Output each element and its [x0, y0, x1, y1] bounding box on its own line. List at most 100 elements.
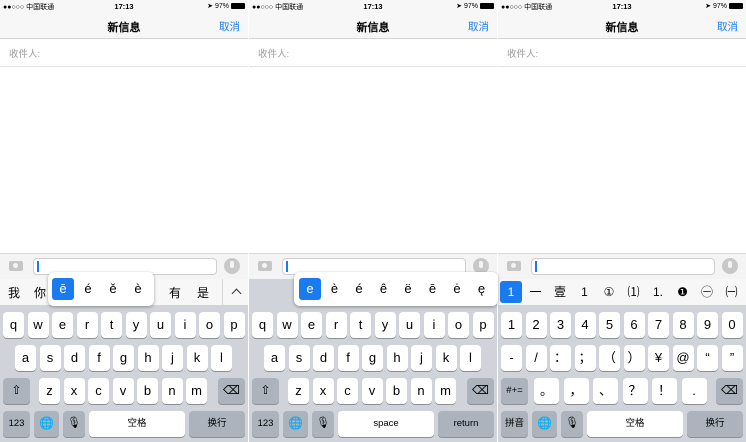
number-variant-option[interactable]: ㈠: [721, 281, 743, 303]
letter-key[interactable]: w: [276, 312, 298, 338]
accent-option[interactable]: ē: [422, 278, 444, 300]
candidate-word[interactable]: 我: [8, 284, 20, 301]
cancel-button[interactable]: 取消: [717, 19, 738, 34]
number-key[interactable]: 0: [721, 312, 743, 338]
numbers-mode-key[interactable]: 123: [252, 411, 279, 437]
accent-option[interactable]: è: [324, 278, 346, 300]
number-key[interactable]: 3: [550, 312, 571, 338]
return-key[interactable]: return: [438, 411, 494, 437]
letter-key[interactable]: h: [386, 345, 408, 371]
recipient-field[interactable]: 收件人:: [249, 39, 497, 67]
letter-key[interactable]: b: [137, 378, 158, 404]
letter-key[interactable]: u: [399, 312, 420, 338]
punctuation-key[interactable]: ！: [652, 378, 677, 404]
letter-key[interactable]: u: [150, 312, 171, 338]
backspace-key[interactable]: ⌫: [716, 378, 743, 404]
number-variant-option[interactable]: 1.: [647, 281, 669, 303]
letter-key[interactable]: s: [39, 345, 61, 371]
expand-candidates-button[interactable]: [222, 279, 249, 305]
letter-key[interactable]: r: [325, 312, 347, 338]
letter-key[interactable]: e: [301, 312, 322, 338]
letter-key[interactable]: q: [252, 312, 273, 338]
letter-key[interactable]: n: [161, 378, 183, 404]
letter-key[interactable]: q: [3, 312, 24, 338]
accent-option[interactable]: è: [127, 278, 149, 300]
symbol-key[interactable]: ”: [721, 345, 743, 371]
symbol-key[interactable]: -: [501, 345, 522, 371]
symbol-key[interactable]: ；: [574, 345, 596, 371]
return-key[interactable]: 换行: [687, 411, 743, 437]
accent-option[interactable]: ë: [397, 278, 419, 300]
letter-key[interactable]: g: [113, 345, 134, 371]
dictation-key[interactable]: 🎙: [561, 411, 583, 437]
letter-key[interactable]: f: [88, 345, 110, 371]
punctuation-key[interactable]: ？: [622, 378, 648, 404]
number-key[interactable]: 8: [672, 312, 694, 338]
letter-key[interactable]: e: [52, 312, 73, 338]
cancel-button[interactable]: 取消: [468, 19, 489, 34]
mic-icon[interactable]: [722, 258, 738, 274]
letter-key[interactable]: v: [112, 378, 134, 404]
letter-key[interactable]: m: [435, 378, 456, 404]
candidate-word[interactable]: 有: [169, 284, 181, 301]
punctuation-key[interactable]: 。: [534, 378, 559, 404]
space-key[interactable]: 空格: [587, 411, 683, 437]
letter-key[interactable]: n: [410, 378, 432, 404]
symbol-key[interactable]: “: [697, 345, 718, 371]
backspace-key[interactable]: ⌫: [218, 378, 245, 404]
punctuation-key[interactable]: .: [681, 378, 707, 404]
letter-key[interactable]: d: [313, 345, 334, 371]
symbol-key[interactable]: @: [672, 345, 694, 371]
accent-option[interactable]: ę: [471, 278, 493, 300]
symbol-key[interactable]: ：: [550, 345, 571, 371]
letter-key[interactable]: y: [374, 312, 396, 338]
symbols-mode-key[interactable]: #+=: [501, 378, 528, 404]
letter-key[interactable]: x: [312, 378, 334, 404]
accent-option[interactable]: e: [299, 278, 321, 300]
recipient-field[interactable]: 收件人:: [498, 39, 746, 67]
numbers-mode-key[interactable]: 123: [3, 411, 30, 437]
letter-key[interactable]: p: [472, 312, 494, 338]
candidate-word[interactable]: 你: [34, 284, 46, 301]
letter-key[interactable]: a: [264, 345, 285, 371]
globe-key[interactable]: 🌐: [34, 411, 59, 437]
accent-option[interactable]: ê: [373, 278, 395, 300]
letter-key[interactable]: g: [362, 345, 383, 371]
letter-key[interactable]: k: [435, 345, 457, 371]
letter-key[interactable]: c: [337, 378, 358, 404]
letter-key[interactable]: k: [186, 345, 208, 371]
letter-key[interactable]: l: [211, 345, 232, 371]
letter-key[interactable]: o: [199, 312, 220, 338]
backspace-key[interactable]: ⌫: [467, 378, 494, 404]
letter-key[interactable]: z: [288, 378, 309, 404]
pinyin-mode-key[interactable]: 拼音: [501, 411, 528, 437]
number-variant-option[interactable]: ⑴: [623, 281, 645, 303]
shift-key[interactable]: ⇧: [252, 378, 279, 404]
camera-icon[interactable]: [9, 261, 23, 271]
number-variant-option[interactable]: 1: [500, 281, 522, 303]
shift-key[interactable]: ⇧: [3, 378, 30, 404]
letter-key[interactable]: v: [361, 378, 383, 404]
number-variant-option[interactable]: ①: [598, 281, 620, 303]
letter-key[interactable]: z: [39, 378, 60, 404]
space-key[interactable]: 空格: [89, 411, 185, 437]
number-key[interactable]: 6: [623, 312, 645, 338]
letter-key[interactable]: j: [411, 345, 432, 371]
letter-key[interactable]: i: [423, 312, 445, 338]
letter-key[interactable]: d: [64, 345, 85, 371]
number-variant-option[interactable]: 壹: [549, 281, 571, 303]
letter-key[interactable]: y: [125, 312, 147, 338]
letter-key[interactable]: m: [186, 378, 207, 404]
accent-option[interactable]: ē: [52, 278, 74, 300]
punctuation-key[interactable]: 、: [593, 378, 618, 404]
letter-key[interactable]: a: [15, 345, 36, 371]
symbol-key[interactable]: （: [599, 345, 620, 371]
camera-icon[interactable]: [507, 261, 521, 271]
accent-option[interactable]: ė: [446, 278, 468, 300]
number-key[interactable]: 4: [574, 312, 596, 338]
letter-key[interactable]: f: [337, 345, 359, 371]
globe-key[interactable]: 🌐: [283, 411, 308, 437]
accent-option[interactable]: é: [348, 278, 370, 300]
letter-key[interactable]: h: [137, 345, 159, 371]
candidate-word[interactable]: 是: [197, 284, 209, 301]
